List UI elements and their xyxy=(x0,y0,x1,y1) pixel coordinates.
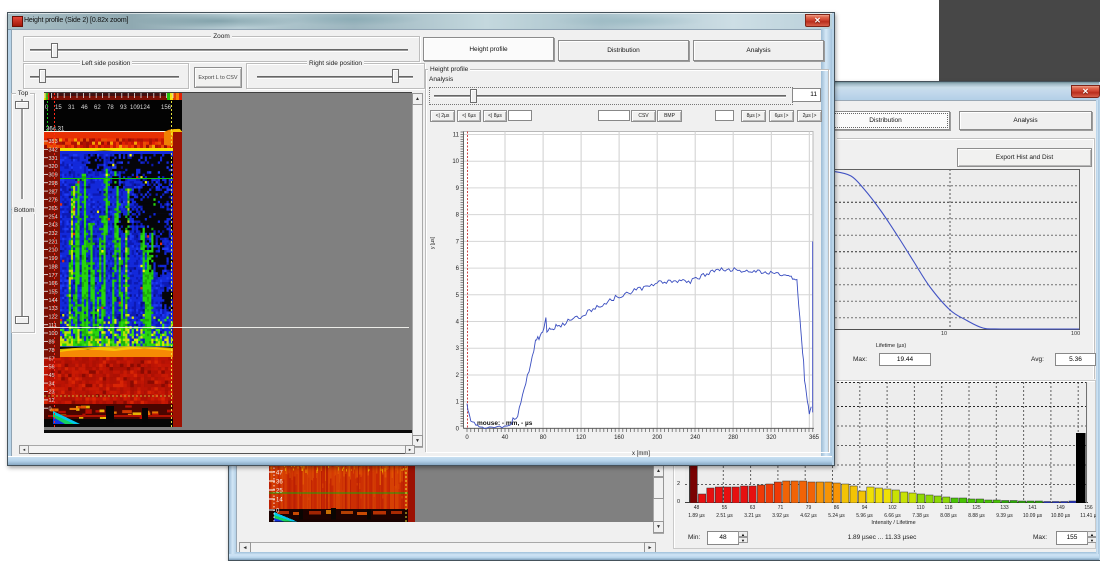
svg-text:100: 100 xyxy=(49,331,58,337)
svg-text:78: 78 xyxy=(49,348,55,354)
svg-text:199: 199 xyxy=(49,256,58,262)
svg-text:0: 0 xyxy=(49,406,52,412)
svg-text:155: 155 xyxy=(49,290,58,296)
svg-text:353: 353 xyxy=(49,139,58,145)
svg-text:23: 23 xyxy=(49,390,55,396)
svg-text:89: 89 xyxy=(49,340,55,346)
svg-text:3: 3 xyxy=(456,346,460,352)
svg-text:276: 276 xyxy=(49,198,58,204)
svg-text:4: 4 xyxy=(456,320,460,326)
svg-text:364.31: 364.31 xyxy=(46,127,65,133)
svg-text:14: 14 xyxy=(276,497,283,503)
svg-text:166: 166 xyxy=(49,281,58,287)
svg-text:9: 9 xyxy=(456,186,460,192)
svg-text:x [mm]: x [mm] xyxy=(632,451,650,457)
svg-text:298: 298 xyxy=(49,181,58,187)
svg-text:280: 280 xyxy=(728,435,739,441)
svg-text:200: 200 xyxy=(652,435,663,441)
svg-text:265: 265 xyxy=(49,206,58,212)
svg-text:6: 6 xyxy=(456,266,460,272)
svg-text:10: 10 xyxy=(452,159,459,165)
svg-text:232: 232 xyxy=(49,231,58,237)
svg-text:309: 309 xyxy=(49,173,58,179)
svg-text:160: 160 xyxy=(614,435,625,441)
svg-text:320: 320 xyxy=(766,435,777,441)
svg-text:36: 36 xyxy=(276,480,283,486)
svg-text:15: 15 xyxy=(55,105,62,111)
svg-text:56: 56 xyxy=(49,365,55,371)
svg-text:120: 120 xyxy=(576,435,587,441)
svg-text:80: 80 xyxy=(540,435,547,441)
svg-text:188: 188 xyxy=(49,264,58,270)
svg-text:25: 25 xyxy=(276,489,283,495)
svg-text:111: 111 xyxy=(49,323,57,329)
svg-text:1: 1 xyxy=(456,400,460,406)
svg-text:221: 221 xyxy=(49,239,58,245)
svg-text:177: 177 xyxy=(49,273,58,279)
svg-text:331: 331 xyxy=(49,156,58,162)
svg-text:40: 40 xyxy=(502,435,509,441)
svg-text:12: 12 xyxy=(49,398,55,404)
svg-text:240: 240 xyxy=(690,435,701,441)
svg-text:31: 31 xyxy=(68,105,75,111)
svg-text:122: 122 xyxy=(49,315,58,321)
svg-text:2: 2 xyxy=(456,373,460,379)
svg-text:11: 11 xyxy=(453,133,460,139)
svg-text:62: 62 xyxy=(94,105,101,111)
svg-text:46: 46 xyxy=(81,105,88,111)
svg-text:78: 78 xyxy=(107,105,114,111)
svg-text:243: 243 xyxy=(49,223,58,229)
svg-text:67: 67 xyxy=(49,356,55,362)
svg-text:34: 34 xyxy=(49,381,55,387)
svg-text:133: 133 xyxy=(49,306,58,312)
svg-text:144: 144 xyxy=(49,298,58,304)
svg-text:47: 47 xyxy=(276,471,283,477)
svg-text:0: 0 xyxy=(456,426,460,432)
svg-text:254: 254 xyxy=(49,214,58,220)
svg-text:93: 93 xyxy=(120,105,127,111)
svg-text:7: 7 xyxy=(456,239,460,245)
svg-text:156: 156 xyxy=(161,105,172,111)
svg-text:320: 320 xyxy=(49,164,58,170)
svg-text:5: 5 xyxy=(456,293,460,299)
svg-text:342: 342 xyxy=(49,148,58,154)
svg-text:287: 287 xyxy=(49,189,58,195)
svg-text:8: 8 xyxy=(456,213,460,219)
svg-text:45: 45 xyxy=(49,373,55,379)
svg-text:124: 124 xyxy=(140,105,151,111)
svg-text:210: 210 xyxy=(49,248,58,254)
svg-text:0: 0 xyxy=(465,435,469,441)
svg-text:365: 365 xyxy=(809,435,820,441)
